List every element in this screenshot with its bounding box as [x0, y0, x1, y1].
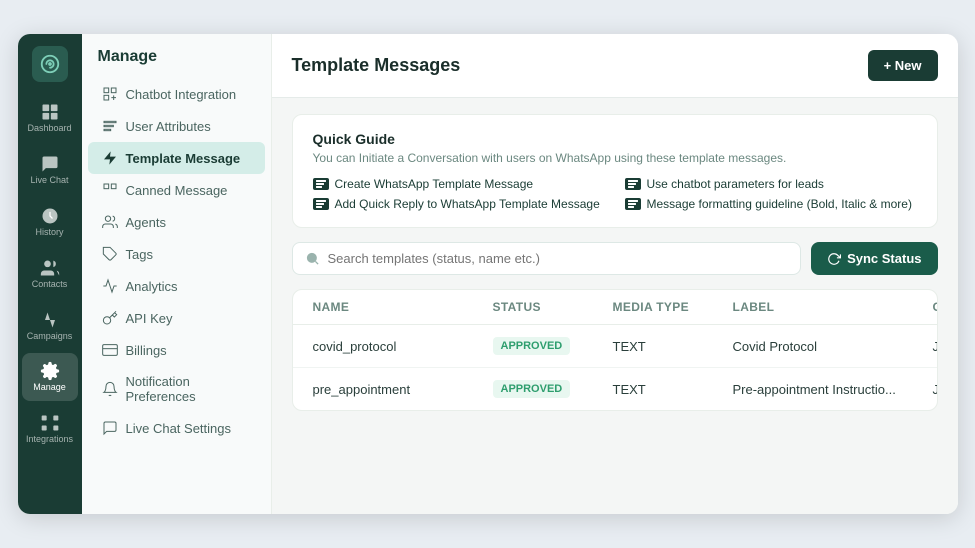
guide-link-icon — [313, 178, 329, 190]
sidebar-item-live-chat[interactable]: Live Chat — [22, 146, 78, 194]
sidebar-item-campaigns[interactable]: Campaigns — [22, 302, 78, 350]
left-nav: Manage Chatbot Integration User Attribut… — [82, 34, 272, 514]
sidebar-item-integrations[interactable]: Integrations — [22, 405, 78, 453]
nav-item-billings[interactable]: Billings — [88, 334, 265, 366]
search-row: Sync Status — [292, 242, 938, 275]
nav-item-notification-preferences[interactable]: Notification Preferences — [88, 366, 265, 412]
nav-item-analytics[interactable]: Analytics — [88, 270, 265, 302]
nav-item-tags[interactable]: Tags — [88, 238, 265, 270]
main-header: Template Messages + New — [272, 34, 958, 98]
guide-links: Create WhatsApp Template Message Use cha… — [313, 177, 917, 211]
sync-status-button[interactable]: Sync Status — [811, 242, 937, 275]
sidebar-item-contacts[interactable]: Contacts — [22, 250, 78, 298]
new-button[interactable]: + New — [868, 50, 938, 81]
nav-item-user-attributes[interactable]: User Attributes — [88, 110, 265, 142]
guide-link-chatbot-params[interactable]: Use chatbot parameters for leads — [625, 177, 917, 191]
nav-item-live-chat-settings[interactable]: Live Chat Settings — [88, 412, 265, 444]
nav-item-api-key[interactable]: API Key — [88, 302, 265, 334]
guide-link-formatting[interactable]: Message formatting guideline (Bold, Ital… — [625, 197, 917, 211]
row-2-created-at: June 4, 2022 — [933, 382, 938, 397]
table-row: pre_appointment APPROVED TEXT Pre-appoin… — [293, 368, 937, 410]
nav-item-template-message[interactable]: Template Message — [88, 142, 265, 174]
nav-item-chatbot-integration[interactable]: Chatbot Integration — [88, 78, 265, 110]
guide-link-create-template[interactable]: Create WhatsApp Template Message — [313, 177, 605, 191]
row-2-label: Pre-appointment Instructio... — [733, 382, 933, 397]
row-1-label: Covid Protocol — [733, 339, 933, 354]
app-window: Dashboard Live Chat History Contacts Cam… — [18, 34, 958, 514]
sidebar-item-history[interactable]: History — [22, 198, 78, 246]
quick-guide-section: Quick Guide You can Initiate a Conversat… — [292, 114, 938, 228]
row-2-media-type: TEXT — [613, 382, 733, 397]
guide-link-icon-2 — [625, 178, 641, 190]
search-input[interactable] — [328, 251, 789, 266]
sidebar: Dashboard Live Chat History Contacts Cam… — [18, 34, 82, 514]
row-2-name: pre_appointment — [313, 382, 493, 397]
page-title: Template Messages — [292, 55, 461, 76]
row-1-created-at: June 4, 2022 — [933, 339, 938, 354]
row-1-media-type: TEXT — [613, 339, 733, 354]
guide-link-quick-reply[interactable]: Add Quick Reply to WhatsApp Template Mes… — [313, 197, 605, 211]
sidebar-item-manage[interactable]: Manage — [22, 353, 78, 401]
nav-item-canned-message[interactable]: Canned Message — [88, 174, 265, 206]
status-badge: APPROVED — [493, 380, 571, 398]
table-header: Name Status Media Type Label Created At … — [293, 290, 937, 325]
search-box[interactable] — [292, 242, 802, 275]
row-1-status: APPROVED — [493, 337, 613, 355]
sidebar-item-dashboard[interactable]: Dashboard — [22, 94, 78, 142]
nav-item-agents[interactable]: Agents — [88, 206, 265, 238]
main-content: Template Messages + New Quick Guide You … — [272, 34, 958, 514]
main-body: Quick Guide You can Initiate a Conversat… — [272, 98, 958, 514]
row-2-status: APPROVED — [493, 380, 613, 398]
sync-icon — [827, 252, 841, 266]
quick-guide-description: You can Initiate a Conversation with use… — [313, 151, 917, 165]
guide-link-icon-4 — [625, 198, 641, 210]
table-row: covid_protocol APPROVED TEXT Covid Proto… — [293, 325, 937, 368]
guide-link-icon-3 — [313, 198, 329, 210]
template-table: Name Status Media Type Label Created At … — [292, 289, 938, 411]
left-nav-title: Manage — [82, 48, 271, 78]
status-badge: APPROVED — [493, 337, 571, 355]
app-logo — [32, 46, 68, 82]
search-icon — [305, 251, 320, 266]
quick-guide-title: Quick Guide — [313, 131, 917, 147]
row-1-name: covid_protocol — [313, 339, 493, 354]
